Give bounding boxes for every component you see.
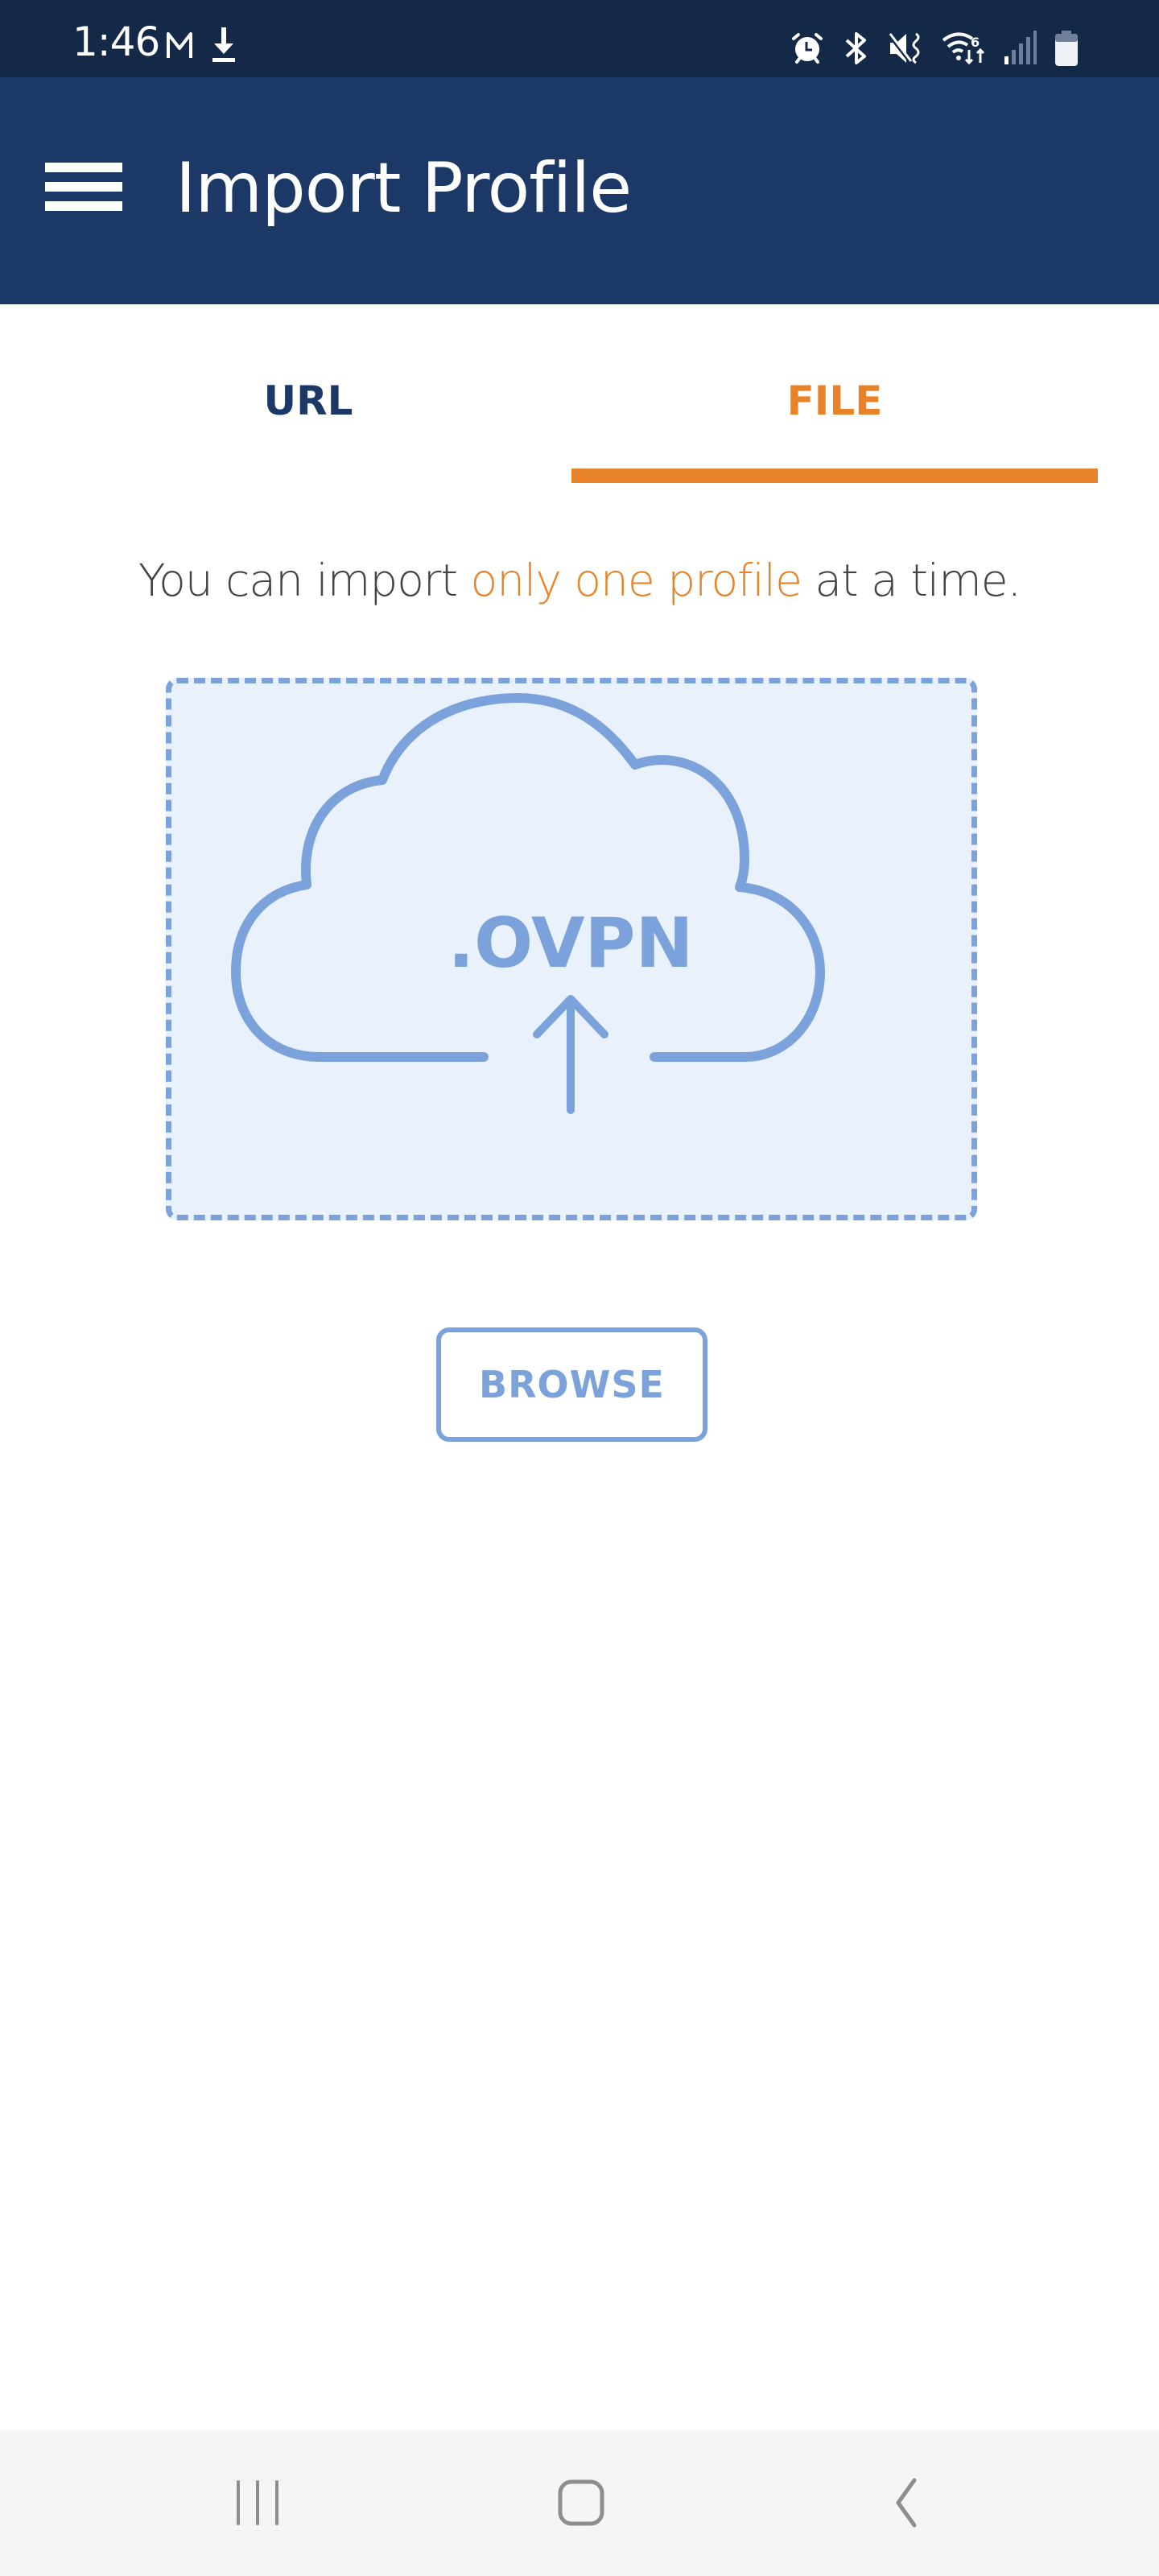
status-right-icons: 6 xyxy=(790,31,1079,66)
back-icon[interactable] xyxy=(858,2462,955,2543)
file-drop-zone[interactable]: .OVPN xyxy=(166,678,977,1220)
active-tab-indicator xyxy=(571,469,1098,483)
tab-url-label: URL xyxy=(263,378,353,424)
app-bar: Import Profile xyxy=(0,77,1159,304)
download-icon xyxy=(212,27,235,62)
notice-suffix: at a time. xyxy=(801,555,1021,606)
hamburger-menu-icon[interactable] xyxy=(40,158,124,222)
gmail-icon xyxy=(167,32,192,58)
tab-bar: URL FILE xyxy=(0,304,1159,486)
system-nav-bar xyxy=(0,2430,1159,2576)
mute-vibrate-icon xyxy=(889,32,920,64)
cloud-upload-icon: .OVPN xyxy=(231,693,825,1114)
home-icon[interactable] xyxy=(533,2462,629,2543)
status-left-icons xyxy=(165,27,236,63)
tab-url[interactable]: URL xyxy=(45,304,571,486)
tab-file-label: FILE xyxy=(786,378,883,424)
status-time: 1:46 xyxy=(72,19,160,65)
page-title: Import Profile xyxy=(175,148,632,229)
bluetooth-icon xyxy=(845,32,866,64)
recents-icon[interactable] xyxy=(209,2462,306,2543)
wifi-6-icon: 6 xyxy=(942,32,985,65)
notice-prefix: You can import xyxy=(138,555,471,606)
file-extension-label: .OVPN xyxy=(448,903,693,984)
import-notice: You can import only one profile at a tim… xyxy=(0,552,1159,609)
alarm-icon xyxy=(792,33,823,64)
browse-button[interactable]: BROWSE xyxy=(436,1327,707,1442)
battery-icon xyxy=(1055,31,1078,66)
tab-file[interactable]: FILE xyxy=(571,304,1098,486)
status-bar: 1:46 6 xyxy=(0,0,1159,77)
notice-highlight: only one profile xyxy=(470,555,802,606)
signal-icon xyxy=(1004,31,1037,64)
svg-text:6: 6 xyxy=(971,35,980,50)
